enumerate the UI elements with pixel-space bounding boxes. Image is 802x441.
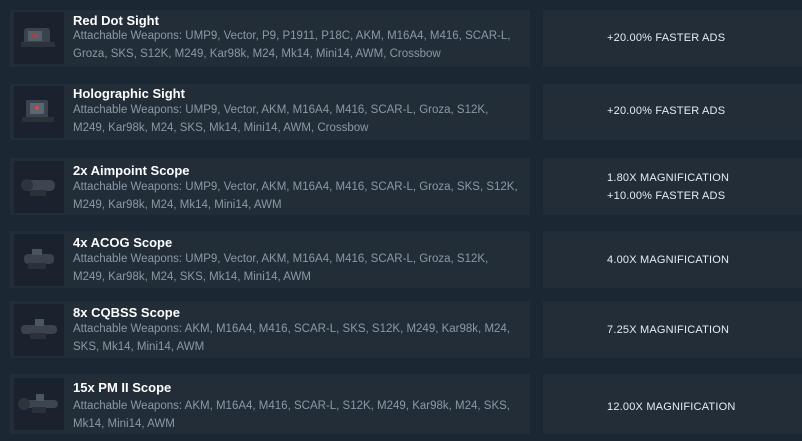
attachable-weapons-text: Attachable Weapons: UMP9, Vector, P9, P1… <box>73 30 511 60</box>
attachable-weapons-text: Attachable Weapons: AKM, M16A4, M416, SC… <box>73 323 511 353</box>
attachable-weapons-text: Attachable Weapons: AKM, M16A4, M416, SC… <box>73 400 511 430</box>
attachment-name: 4x ACOG Scope <box>73 235 173 250</box>
attachment-row[interactable]: 15x PM II Scope Attachable Weapons: AKM,… <box>10 374 802 434</box>
stat-line: +20.00% FASTER ADS <box>607 32 726 44</box>
attachment-name: Red Dot Sight <box>73 13 159 28</box>
attachment-row[interactable]: 2x Aimpoint Scope Attachable Weapons: UM… <box>10 158 802 215</box>
attachment-name: 2x Aimpoint Scope <box>73 163 190 178</box>
red-dot-sight-icon <box>14 12 64 64</box>
stat-line: 4.00X MAGNIFICATION <box>607 254 730 266</box>
stat-line: 12.00X MAGNIFICATION <box>607 401 736 413</box>
attachable-weapons-text: Attachable Weapons: UMP9, Vector, AKM, M… <box>73 181 518 211</box>
attachment-name: Holographic Sight <box>73 86 185 101</box>
stat-line: 1.80X MAGNIFICATION <box>607 172 730 184</box>
attachment-row[interactable]: 8x CQBSS Scope Attachable Weapons: AKM, … <box>10 301 802 358</box>
stat-line: +20.00% FASTER ADS <box>607 105 726 117</box>
attachment-row[interactable]: 4x ACOG Scope Attachable Weapons: UMP9, … <box>10 231 802 288</box>
attachment-row[interactable]: Holographic Sight Attachable Weapons: UM… <box>10 84 802 140</box>
attachable-weapons-text: Attachable Weapons: UMP9, Vector, AKM, M… <box>73 104 489 134</box>
stat-line: +10.00% FASTER ADS <box>607 190 726 202</box>
attachment-row[interactable]: Red Dot Sight Attachable Weapons: UMP9, … <box>10 10 802 67</box>
attachment-name: 15x PM II Scope <box>73 380 172 395</box>
cqbss-scope-icon <box>14 304 64 356</box>
attachable-weapons-text: Attachable Weapons: UMP9, Vector, AKM, M… <box>73 253 489 283</box>
acog-scope-icon <box>14 234 64 286</box>
aimpoint-scope-icon <box>14 161 64 213</box>
pm-ii-scope-icon <box>14 378 64 430</box>
stat-line: 7.25X MAGNIFICATION <box>607 324 730 336</box>
attachment-name: 8x CQBSS Scope <box>73 305 180 320</box>
holographic-sight-icon <box>14 86 64 138</box>
